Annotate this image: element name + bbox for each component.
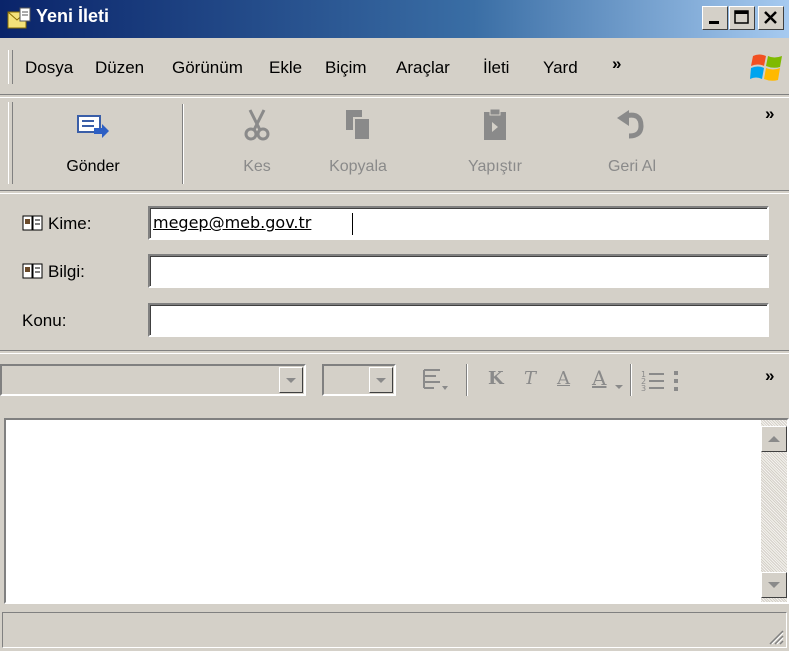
font-size-dropdown-button[interactable] bbox=[369, 367, 393, 393]
copy-label: Kopyala bbox=[329, 158, 387, 175]
toolbar-separator bbox=[182, 104, 184, 184]
new-message-icon bbox=[7, 7, 31, 29]
undo-button[interactable]: Geri Al bbox=[577, 104, 687, 184]
maximize-icon bbox=[734, 10, 749, 24]
windows-logo-icon bbox=[750, 54, 782, 81]
format-separator bbox=[466, 364, 468, 396]
chevron-down-icon bbox=[376, 378, 386, 383]
font-size-combo[interactable] bbox=[322, 364, 396, 396]
message-body[interactable] bbox=[4, 418, 789, 604]
toolbar-grip[interactable] bbox=[8, 102, 13, 184]
to-label[interactable]: Kime: bbox=[22, 214, 91, 234]
italic-button[interactable]: T bbox=[524, 368, 536, 389]
to-label-text: Kime: bbox=[48, 214, 92, 233]
title-bar[interactable]: Yeni İleti bbox=[0, 0, 789, 38]
font-color-dropdown-icon[interactable] bbox=[614, 384, 624, 392]
chevron-down-icon bbox=[286, 378, 296, 383]
undo-icon bbox=[617, 110, 644, 139]
font-name-combo[interactable] bbox=[0, 364, 306, 396]
bullet-list-icon[interactable] bbox=[672, 368, 686, 394]
menu-overflow-chevron-icon[interactable]: » bbox=[612, 54, 621, 74]
scissors-icon bbox=[244, 109, 270, 141]
status-bar bbox=[2, 612, 787, 648]
menu-araclar[interactable]: Araçlar bbox=[396, 58, 450, 78]
font-color-button[interactable]: A bbox=[592, 366, 606, 390]
svg-text:3: 3 bbox=[641, 384, 646, 393]
menu-toolbar-divider bbox=[0, 94, 789, 98]
cc-label[interactable]: Bilgi: bbox=[22, 262, 85, 282]
send-label: Gönder bbox=[66, 158, 120, 175]
subject-label: Konu: bbox=[22, 311, 67, 330]
menu-ileti[interactable]: İleti bbox=[483, 58, 509, 78]
cc-label-text: Bilgi: bbox=[48, 262, 85, 281]
header-format-divider bbox=[0, 350, 789, 354]
close-button[interactable] bbox=[758, 6, 784, 30]
format-separator bbox=[630, 364, 632, 396]
toolbar-overflow-chevron-icon[interactable]: » bbox=[765, 104, 774, 124]
menu-ekle[interactable]: Ekle bbox=[269, 58, 302, 78]
maximize-button[interactable] bbox=[729, 6, 755, 30]
cc-field[interactable] bbox=[148, 254, 769, 288]
underline-button[interactable]: A bbox=[557, 368, 570, 389]
send-icon bbox=[77, 115, 109, 138]
paste-button[interactable]: Yapıştır bbox=[440, 104, 550, 184]
paste-label: Yapıştır bbox=[468, 158, 522, 175]
address-book-icon bbox=[22, 215, 43, 231]
scroll-up-button[interactable] bbox=[761, 426, 787, 452]
scroll-down-button[interactable] bbox=[761, 572, 787, 598]
menu-grip[interactable] bbox=[8, 50, 13, 84]
resize-grip-icon[interactable] bbox=[766, 627, 784, 645]
menu-bicim[interactable]: Biçim bbox=[325, 58, 367, 78]
arrow-down-icon bbox=[768, 582, 780, 588]
cut-button[interactable]: Kes bbox=[202, 104, 312, 184]
font-name-dropdown-button[interactable] bbox=[279, 367, 303, 393]
menu-gorunum[interactable]: Görünüm bbox=[172, 58, 243, 78]
minimize-icon bbox=[709, 21, 719, 24]
copy-button[interactable]: Kopyala bbox=[303, 104, 413, 184]
send-button[interactable]: Gönder bbox=[38, 104, 148, 184]
paste-icon bbox=[484, 108, 506, 140]
to-field-value: megep@meb.gov.tr bbox=[153, 213, 312, 232]
format-overflow-chevron-icon[interactable]: » bbox=[765, 366, 774, 386]
cut-label: Kes bbox=[243, 158, 271, 175]
menu-dosya[interactable]: Dosya bbox=[25, 58, 73, 78]
menu-yardim[interactable]: Yard bbox=[543, 58, 588, 78]
new-message-window: Yeni İleti Dosya Düzen Görünüm Ekle Biçi… bbox=[0, 0, 789, 651]
close-icon bbox=[764, 11, 777, 24]
vertical-scrollbar[interactable] bbox=[761, 420, 787, 602]
numbered-list-icon[interactable]: 1 2 3 bbox=[640, 368, 666, 394]
to-field[interactable]: megep@meb.gov.tr bbox=[148, 206, 769, 240]
undo-label: Geri Al bbox=[607, 158, 656, 175]
window-title: Yeni İleti bbox=[36, 6, 110, 26]
address-book-icon bbox=[22, 263, 43, 279]
minimize-button[interactable] bbox=[702, 6, 728, 30]
subject-field[interactable] bbox=[148, 303, 769, 337]
toolbar-header-divider bbox=[0, 190, 789, 194]
text-caret bbox=[352, 213, 353, 235]
copy-icon bbox=[346, 110, 371, 141]
paragraph-style-icon[interactable] bbox=[420, 366, 450, 394]
bold-button[interactable]: K bbox=[488, 368, 504, 389]
arrow-up-icon bbox=[768, 436, 780, 442]
menu-duzen[interactable]: Düzen bbox=[95, 58, 144, 78]
